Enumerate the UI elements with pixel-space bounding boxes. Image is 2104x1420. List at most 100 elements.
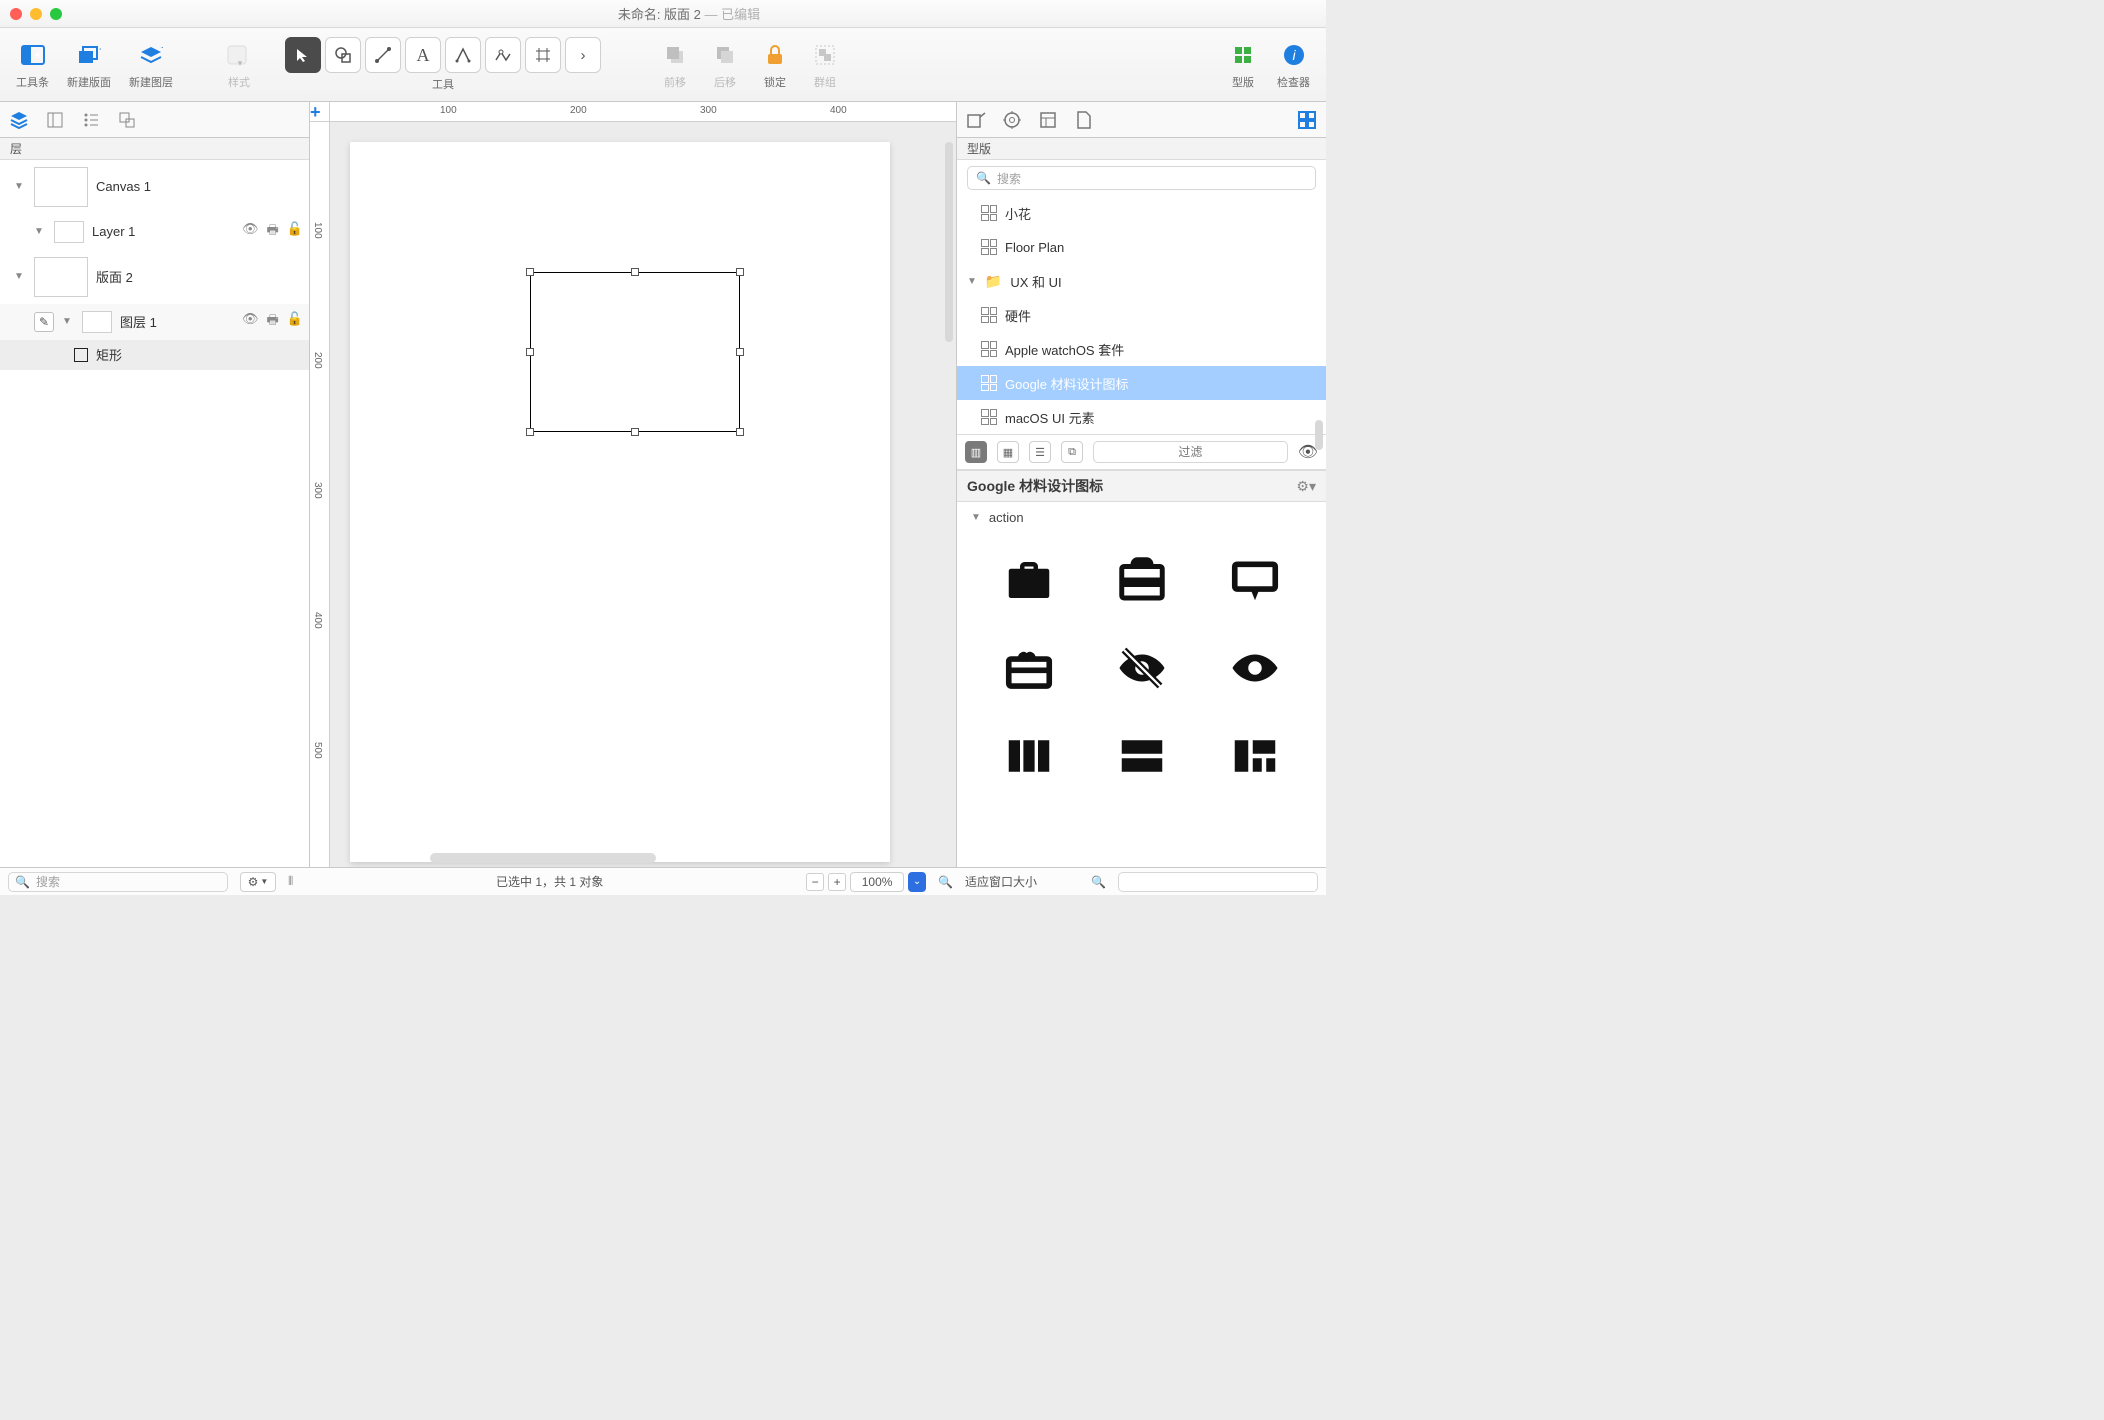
resize-handle[interactable] [526, 348, 534, 356]
lock-button[interactable]: 锁定 [751, 39, 799, 90]
layers-tab-icon[interactable] [8, 109, 30, 131]
print-icon[interactable]: 🖶 [267, 221, 279, 243]
stencil-shape-visibility[interactable] [1203, 636, 1306, 700]
horizontal-scrollbar[interactable] [430, 853, 656, 863]
style-button[interactable]: ▾ 样式 [215, 39, 263, 90]
layers-gear-button[interactable]: ⚙︎▼ [240, 872, 276, 892]
stencil-search-icon[interactable]: 🔍 [1091, 875, 1106, 889]
stencil-list-scrollbar[interactable] [1315, 420, 1323, 450]
zoom-fit-icon[interactable]: 🔍 [938, 875, 953, 889]
select-tool-button[interactable] [285, 37, 321, 73]
resize-handle[interactable] [526, 268, 534, 276]
unlock-icon[interactable]: 🔓 [287, 221, 303, 243]
layer-row[interactable]: ▼ Layer 1 👁 🖶 🔓 [0, 214, 309, 250]
zoom-value[interactable]: 100% [850, 872, 904, 892]
view-mode-1-button[interactable]: ▥ [965, 441, 987, 463]
stencils-panel-button[interactable]: 型版 [1219, 39, 1267, 90]
stencil-shape-view-column[interactable] [977, 724, 1080, 788]
stencil-bottom-search-input[interactable] [1118, 872, 1318, 892]
stencil-item[interactable]: macOS UI 元素 [957, 400, 1326, 434]
horizontal-ruler[interactable]: 100 200 300 400 [330, 102, 956, 122]
artboard-tool-button[interactable] [525, 37, 561, 73]
shape-row[interactable]: 矩形 [0, 340, 309, 370]
canvas-row[interactable]: ▼ Canvas 1 [0, 160, 309, 214]
new-layer-button[interactable]: + 新建图层 [121, 39, 181, 90]
line-tool-button[interactable] [365, 37, 401, 73]
canvas-row[interactable]: ▼ 版面 2 [0, 250, 309, 304]
stencil-item[interactable]: 小花 [957, 196, 1326, 230]
resize-handle[interactable] [526, 428, 534, 436]
layers-search-input[interactable]: 🔍搜索 [8, 872, 228, 892]
stencil-shape-view-stream[interactable] [1090, 724, 1193, 788]
outline-tab-icon[interactable] [80, 109, 102, 131]
more-tools-button[interactable]: › [565, 37, 601, 73]
stencils-grid-icon[interactable] [1296, 109, 1318, 131]
shape-tool-button[interactable] [325, 37, 361, 73]
bring-forward-button[interactable]: 前移 [651, 39, 699, 90]
zoom-dropdown-button[interactable]: ⌄ [908, 872, 926, 892]
resize-handle[interactable] [631, 268, 639, 276]
selection-status: 已选中 1，共 1 对象 [305, 873, 794, 890]
group-button[interactable]: 群组 [801, 39, 849, 90]
columns-icon[interactable]: ⦀ [288, 874, 293, 889]
stencil-category-row[interactable]: ▼ action [957, 502, 1326, 532]
layer-row[interactable]: ✎ ▼ 图层 1 👁 🖶 🔓 [0, 304, 309, 340]
view-mode-list-button[interactable]: ☰ [1029, 441, 1051, 463]
chevron-down-icon[interactable]: ▼ [62, 316, 74, 327]
stencil-item[interactable]: Apple watchOS 套件 [957, 332, 1326, 366]
toggle-sidebar-button[interactable]: 工具条 [8, 39, 57, 90]
stencil-item-selected[interactable]: Google 材料设计图标 [957, 366, 1326, 400]
stencil-folder[interactable]: ▼📁UX 和 UI [957, 264, 1326, 298]
chevron-down-icon[interactable]: ▼ [14, 181, 26, 192]
stencil-item[interactable]: Floor Plan [957, 230, 1326, 264]
guides-tab-icon[interactable] [44, 109, 66, 131]
fit-window-label[interactable]: 适应窗口大小 [965, 873, 1037, 890]
new-artboard-button[interactable]: + 新建版面 [59, 39, 119, 90]
canvas-area[interactable]: + 100 200 300 400 100 200 300 400 500 [310, 102, 956, 867]
stencil-shape-view-quilt[interactable] [1203, 724, 1306, 788]
stencil-shape-visibility-off[interactable] [1090, 636, 1193, 700]
print-icon[interactable]: 🖶 [267, 311, 279, 333]
view-mode-tree-button[interactable]: ⧉ [1061, 441, 1083, 463]
chevron-down-icon[interactable]: ▼ [14, 271, 26, 282]
vertical-scrollbar[interactable] [945, 142, 953, 342]
edit-icon[interactable]: ✎ [34, 312, 54, 332]
chevron-down-icon[interactable]: ▼ [971, 512, 981, 523]
vertical-ruler[interactable]: 100 200 300 400 500 [310, 122, 330, 867]
inspector-button[interactable]: i 检查器 [1269, 39, 1318, 90]
resize-handle[interactable] [736, 268, 744, 276]
stencil-filter-input[interactable] [1093, 441, 1288, 463]
maximize-icon[interactable] [50, 8, 62, 20]
properties-inspector-icon[interactable] [1001, 109, 1023, 131]
send-backward-button[interactable]: 后移 [701, 39, 749, 90]
text-tool-button[interactable]: A [405, 37, 441, 73]
stencil-shape-giftcard[interactable] [977, 636, 1080, 700]
view-mode-grid-button[interactable]: ▦ [997, 441, 1019, 463]
canvas-inspector-icon[interactable] [1037, 109, 1059, 131]
point-tool-button[interactable] [485, 37, 521, 73]
document-inspector-icon[interactable] [1073, 109, 1095, 131]
object-inspector-icon[interactable] [965, 109, 987, 131]
stencil-search-input[interactable]: 🔍 搜索 [967, 166, 1316, 190]
main-toolbar: 工具条 + 新建版面 + 新建图层 ▾ 样式 A › 工具 前移 后移 [0, 28, 1326, 102]
stencil-shape-work[interactable] [977, 548, 1080, 612]
zoom-out-button[interactable]: − [806, 873, 824, 891]
resize-handle[interactable] [736, 428, 744, 436]
selected-rectangle[interactable] [530, 272, 740, 432]
minimize-icon[interactable] [30, 8, 42, 20]
stencil-shape-membership[interactable] [1203, 548, 1306, 612]
zoom-in-button[interactable]: + [828, 873, 846, 891]
visibility-icon[interactable]: 👁 [242, 221, 259, 243]
resize-handle[interactable] [631, 428, 639, 436]
resize-handle[interactable] [736, 348, 744, 356]
close-icon[interactable] [10, 8, 22, 20]
stencil-item[interactable]: 硬件 [957, 298, 1326, 332]
chevron-down-icon[interactable]: ▼ [34, 226, 46, 237]
selection-tab-icon[interactable] [116, 109, 138, 131]
gear-icon[interactable]: ⚙︎▾ [1296, 478, 1316, 495]
canvas-page[interactable] [350, 142, 890, 862]
visibility-icon[interactable]: 👁 [242, 311, 259, 333]
stencil-shape-briefcase[interactable] [1090, 548, 1193, 612]
pen-tool-button[interactable] [445, 37, 481, 73]
unlock-icon[interactable]: 🔓 [287, 311, 303, 333]
